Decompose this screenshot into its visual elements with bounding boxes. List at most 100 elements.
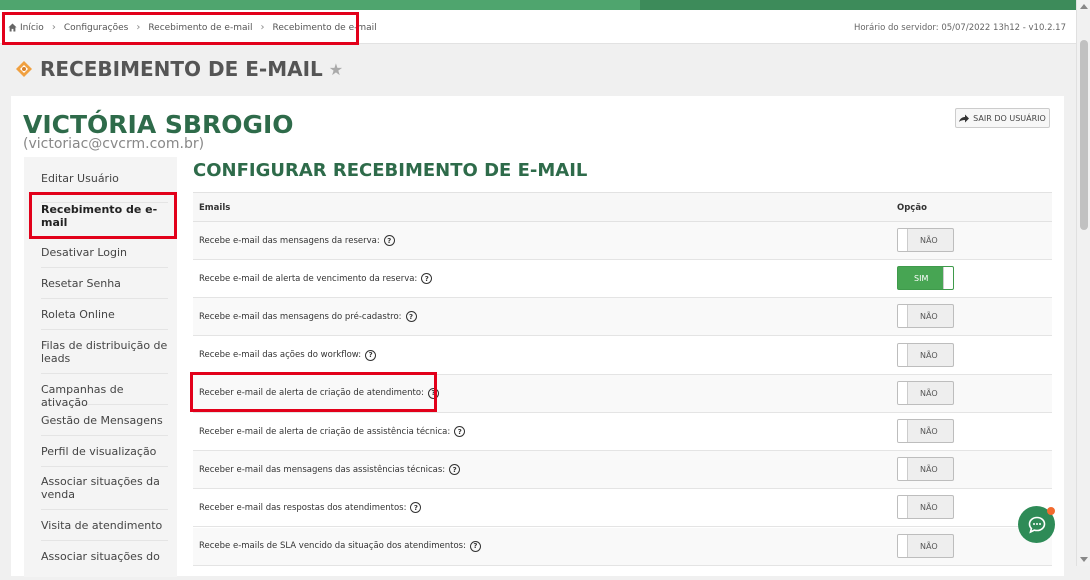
toggle-knob (898, 420, 908, 442)
app-logo-icon (16, 61, 32, 77)
email-option-label: Receber e-mail de alerta de criação de a… (199, 426, 466, 437)
sidebar-item-recebimento-email[interactable]: Recebimento de e-mail (41, 203, 168, 241)
sidebar: Editar Usuário Recebimento de e-mail Des… (24, 157, 177, 577)
sidebar-item-roleta-online[interactable]: Roleta Online (41, 308, 168, 330)
breadcrumb-bar: Início › Configurações › Recebimento de … (0, 10, 1076, 44)
email-option-label: Recebe e-mail das ações do workflow:? (199, 349, 377, 361)
scroll-down-icon[interactable] (1080, 557, 1088, 562)
table-row: Receber e-mail das mensagens das assistê… (193, 451, 1052, 490)
sidebar-item-associar-situacoes-venda[interactable]: Associar situações da venda (41, 475, 168, 510)
email-option-label: Recebe e-mails de SLA vencido da situaçã… (199, 540, 481, 552)
email-option-label: Recebe e-mail das mensagens do pré-cadas… (199, 311, 417, 323)
toggle-label: NÃO (920, 427, 938, 436)
email-option-text: Receber e-mail das respostas dos atendim… (199, 502, 407, 513)
option-toggle[interactable]: NÃO (897, 533, 954, 558)
sidebar-item-visita-atendimento[interactable]: Visita de atendimento (41, 519, 168, 541)
breadcrumb-separator-icon: › (260, 22, 265, 33)
email-option-text: Receber e-mail das mensagens das assistê… (199, 464, 446, 475)
logout-button[interactable]: SAIR DO USUÁRIO (955, 108, 1050, 128)
email-option-label: Recebe e-mail das mensagens da reserva:? (199, 235, 395, 246)
help-circle-icon[interactable]: ? (405, 311, 417, 323)
sidebar-item-associar-situacoes-do[interactable]: Associar situações do (41, 550, 168, 580)
column-header-option: Opção (897, 203, 927, 213)
table-row: Receber e-mail de alerta de criação de a… (193, 374, 1052, 413)
help-circle-icon[interactable]: ? (469, 540, 481, 552)
toggle-label: NÃO (920, 236, 938, 245)
table-row: Recebe e-mails de SLA vencido da situaçã… (193, 527, 1052, 566)
help-circle-icon[interactable]: ? (383, 235, 395, 246)
table-row: Recebe e-mail das mensagens do pré-cadas… (193, 298, 1052, 337)
help-circle-icon[interactable]: ? (365, 349, 377, 361)
sidebar-item-perfil-visualizacao[interactable]: Perfil de visualização (41, 445, 168, 467)
table-row: Receber e-mail das respostas dos atendim… (193, 489, 1052, 528)
help-circle-icon[interactable]: ? (454, 426, 466, 437)
option-toggle[interactable]: NÃO (897, 304, 954, 329)
sidebar-item-campanhas-ativacao[interactable]: Campanhas de ativação (41, 383, 168, 409)
table-row: Recebe e-mail das mensagens da reserva:?… (193, 222, 1052, 260)
column-header-emails: Emails (199, 203, 231, 213)
option-toggle[interactable]: NÃO (897, 495, 954, 520)
logout-arrow-icon (959, 114, 970, 122)
email-option-text: Receber e-mail de alerta de criação de a… (199, 426, 451, 437)
option-toggle[interactable]: SIM (897, 266, 954, 291)
breadcrumb-configuracoes[interactable]: Configurações (64, 23, 128, 33)
table-row: Receber e-mail de alerta de criação de a… (193, 413, 1052, 451)
email-option-text: Recebe e-mail das mensagens do pré-cadas… (199, 311, 402, 322)
page-title: RECEBIMENTO DE E-MAIL ★ (14, 57, 343, 81)
user-email: (victoriac@cvcrm.com.br) (23, 136, 205, 152)
email-option-text: Recebe e-mail das mensagens da reserva: (199, 235, 380, 246)
page-title-text: RECEBIMENTO DE E-MAIL (40, 57, 323, 81)
email-option-text: Recebe e-mails de SLA vencido da situaçã… (199, 541, 466, 552)
user-name: VICTÓRIA SBROGIO (23, 110, 294, 139)
email-option-label: Receber e-mail de alerta de criação de a… (199, 387, 439, 399)
scrollbar-thumb[interactable] (1080, 40, 1088, 230)
toggle-label: NÃO (920, 350, 938, 360)
breadcrumb-current: Recebimento de e-mail (272, 22, 377, 33)
scroll-up-icon[interactable] (1080, 4, 1088, 9)
chat-notification-badge (1047, 507, 1055, 515)
chat-icon (1028, 516, 1045, 534)
sidebar-item-resetar-senha[interactable]: Resetar Senha (41, 277, 168, 299)
help-circle-icon[interactable]: ? (449, 464, 461, 476)
email-option-label: Receber e-mail das respostas dos atendim… (199, 502, 422, 514)
sidebar-item-gestao-mensagens[interactable]: Gestão de Mensagens (41, 414, 168, 436)
toggle-label: NÃO (920, 312, 938, 322)
help-circle-icon[interactable]: ? (427, 387, 439, 399)
toggle-knob (898, 305, 908, 328)
toggle-knob (898, 496, 908, 519)
help-circle-icon[interactable]: ? (421, 273, 433, 285)
sidebar-item-desativar-login[interactable]: Desativar Login (41, 246, 168, 268)
email-option-label: Recebe e-mail de alerta de vencimento da… (199, 273, 433, 285)
option-toggle[interactable]: NÃO (897, 457, 954, 482)
server-info: Horário do servidor: 05/07/2022 13h12 - … (853, 23, 1066, 33)
star-icon[interactable]: ★ (329, 60, 343, 79)
sidebar-item-filas-distribuicao[interactable]: Filas de distribuição de leads (41, 339, 168, 374)
breadcrumb-recebimento[interactable]: Recebimento de e-mail (148, 23, 252, 33)
table-header: Emails Opção (193, 192, 1052, 222)
toggle-knob (898, 458, 908, 481)
option-toggle[interactable]: NÃO (897, 419, 954, 443)
toggle-knob (943, 267, 953, 290)
breadcrumb-separator-icon: › (51, 22, 56, 33)
email-option-text: Receber e-mail de alerta de criação de a… (199, 388, 424, 399)
option-toggle[interactable]: NÃO (897, 342, 954, 367)
table-row: Recebe e-mail das ações do workflow:? NÃO (193, 337, 1052, 375)
home-icon (8, 23, 17, 32)
option-toggle[interactable]: NÃO (897, 380, 954, 405)
top-accent-bar-light (0, 0, 640, 10)
sidebar-item-editar-usuario[interactable]: Editar Usuário (41, 172, 168, 203)
toggle-label: NÃO (920, 503, 938, 513)
section-title: CONFIGURAR RECEBIMENTO DE E-MAIL (193, 160, 588, 181)
vertical-scrollbar[interactable] (1076, 0, 1090, 566)
toggle-label: SIM (914, 274, 929, 284)
toggle-knob (898, 343, 908, 366)
toggle-knob (898, 534, 908, 557)
toggle-label: NÃO (920, 388, 938, 398)
breadcrumb-home[interactable]: Início (20, 23, 44, 33)
breadcrumb: Início › Configurações › Recebimento de … (8, 22, 377, 33)
option-toggle[interactable]: NÃO (897, 228, 954, 252)
email-option-text: Recebe e-mail das ações do workflow: (199, 350, 362, 361)
toggle-knob (898, 381, 908, 404)
toggle-knob (898, 229, 908, 251)
help-circle-icon[interactable]: ? (410, 502, 422, 514)
